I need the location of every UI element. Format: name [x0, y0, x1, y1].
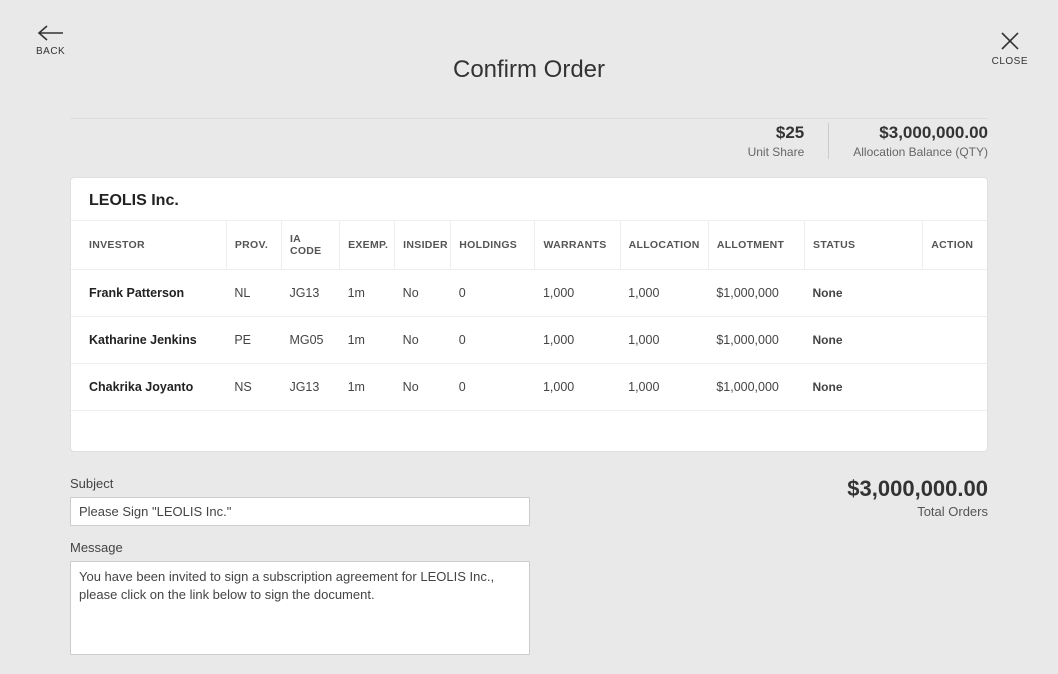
cell-warrants: 1,000 — [535, 270, 620, 317]
back-button[interactable]: BACK — [36, 24, 65, 57]
table-row[interactable]: Chakrika JoyantoNSJG131mNo01,0001,000$1,… — [71, 364, 987, 411]
summary-row: $25 Unit Share $3,000,000.00 Allocation … — [70, 118, 988, 159]
cell-exemp: 1m — [340, 317, 395, 364]
th-insider: INSIDER — [395, 221, 451, 270]
cell-status: None — [805, 364, 923, 411]
summary-unit-share: $25 Unit Share — [724, 123, 805, 159]
totals-column: $3,000,000.00 Total Orders — [570, 476, 988, 674]
cell-allocation: 1,000 — [620, 364, 708, 411]
cell-prov: PE — [226, 317, 281, 364]
cell-investor: Chakrika Joyanto — [71, 364, 226, 411]
cell-exemp: 1m — [340, 364, 395, 411]
message-textarea[interactable] — [70, 561, 530, 655]
th-status: STATUS — [805, 221, 923, 270]
message-label: Message — [70, 540, 530, 555]
th-allocation: ALLOCATION — [620, 221, 708, 270]
th-iacode: IA CODE — [281, 221, 339, 270]
allocation-balance-label: Allocation Balance (QTY) — [853, 145, 988, 159]
form-column: Subject Message — [70, 476, 530, 674]
th-exemp: EXEMP. — [340, 221, 395, 270]
company-name: LEOLIS Inc. — [71, 178, 987, 220]
cell-prov: NS — [226, 364, 281, 411]
cell-insider: No — [395, 270, 451, 317]
table-row[interactable]: Frank PattersonNLJG131mNo01,0001,000$1,0… — [71, 270, 987, 317]
cell-action — [923, 317, 987, 364]
cell-status: None — [805, 270, 923, 317]
subject-input[interactable] — [70, 497, 530, 526]
cell-allotment: $1,000,000 — [708, 317, 804, 364]
total-orders-label: Total Orders — [570, 504, 988, 519]
cell-allocation: 1,000 — [620, 270, 708, 317]
cell-status: None — [805, 317, 923, 364]
th-allotment: ALLOTMENT — [708, 221, 804, 270]
modal-header: BACK Confirm Order CLOSE — [0, 0, 1058, 100]
cell-warrants: 1,000 — [535, 364, 620, 411]
th-action: ACTION — [923, 221, 987, 270]
cell-holdings: 0 — [451, 270, 535, 317]
cell-investor: Katharine Jenkins — [71, 317, 226, 364]
orders-card: LEOLIS Inc. INVESTOR PROV. IA CODE EXEMP… — [70, 177, 988, 452]
unit-share-value: $25 — [748, 123, 805, 143]
cell-insider: No — [395, 317, 451, 364]
orders-table: INVESTOR PROV. IA CODE EXEMP. INSIDER HO… — [71, 220, 987, 451]
cell-ia_code: MG05 — [281, 317, 339, 364]
allocation-balance-value: $3,000,000.00 — [853, 123, 988, 143]
table-row[interactable]: Katharine JenkinsPEMG051mNo01,0001,000$1… — [71, 317, 987, 364]
subject-label: Subject — [70, 476, 530, 491]
th-prov: PROV. — [226, 221, 281, 270]
cell-prov: NL — [226, 270, 281, 317]
lower-section: Subject Message $3,000,000.00 Total Orde… — [70, 476, 988, 674]
content-wrapper: $25 Unit Share $3,000,000.00 Allocation … — [70, 118, 988, 674]
close-label: CLOSE — [992, 56, 1028, 67]
cell-allotment: $1,000,000 — [708, 270, 804, 317]
arrow-left-icon — [37, 24, 65, 42]
close-icon — [999, 30, 1021, 52]
back-label: BACK — [36, 46, 65, 57]
cell-ia_code: JG13 — [281, 270, 339, 317]
cell-holdings: 0 — [451, 364, 535, 411]
cell-allocation: 1,000 — [620, 317, 708, 364]
page-title: Confirm Order — [0, 24, 1058, 84]
table-header-row: INVESTOR PROV. IA CODE EXEMP. INSIDER HO… — [71, 221, 987, 270]
cell-holdings: 0 — [451, 317, 535, 364]
cell-ia_code: JG13 — [281, 364, 339, 411]
cell-exemp: 1m — [340, 270, 395, 317]
cell-warrants: 1,000 — [535, 317, 620, 364]
cell-action — [923, 364, 987, 411]
cell-allotment: $1,000,000 — [708, 364, 804, 411]
th-investor: INVESTOR — [71, 221, 226, 270]
total-orders-value: $3,000,000.00 — [570, 476, 988, 502]
cell-action — [923, 270, 987, 317]
cell-insider: No — [395, 364, 451, 411]
th-warrants: WARRANTS — [535, 221, 620, 270]
summary-allocation-balance: $3,000,000.00 Allocation Balance (QTY) — [828, 123, 988, 159]
close-button[interactable]: CLOSE — [992, 30, 1028, 67]
cell-investor: Frank Patterson — [71, 270, 226, 317]
unit-share-label: Unit Share — [748, 145, 805, 159]
th-holdings: HOLDINGS — [451, 221, 535, 270]
